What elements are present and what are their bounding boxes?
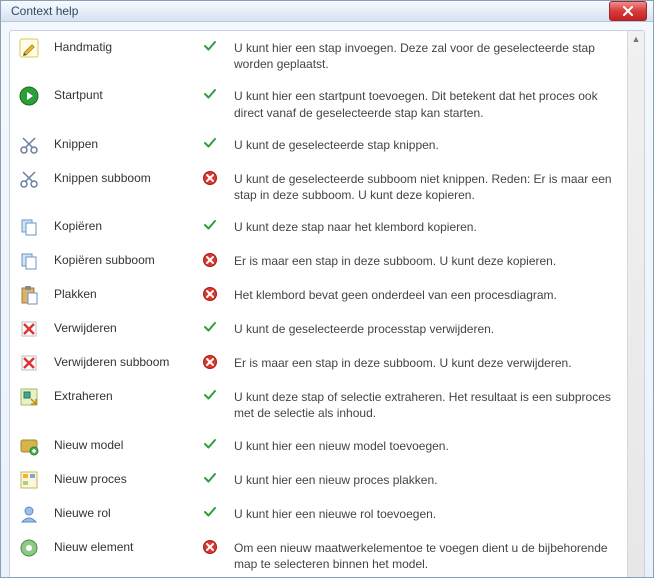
newmodel-icon (10, 429, 48, 463)
row-label: Startpunt (48, 79, 192, 127)
scissors-icon (10, 162, 48, 210)
close-icon (623, 6, 633, 16)
row-description: U kunt deze stap of selectie extraheren.… (228, 380, 627, 428)
help-row: Nieuw model U kunt hier een nieuw model t… (10, 429, 627, 463)
row-label: Knippen (48, 128, 192, 162)
help-row: Knippen U kunt de geselecteerde stap knip… (10, 128, 627, 162)
scroll-up-arrow[interactable]: ▲ (628, 31, 644, 47)
copy-icon (10, 210, 48, 244)
element-icon (10, 531, 48, 578)
row-description: Om een nieuw maatwerkelementoe te voegen… (228, 531, 627, 578)
help-row: Kopiëren subboom Er is maar een stap in d… (10, 244, 627, 278)
status-ok-icon (192, 210, 228, 244)
row-description: Er is maar een stap in deze subboom. U k… (228, 346, 627, 380)
status-error-icon (192, 278, 228, 312)
newprocess-icon (10, 463, 48, 497)
row-label: Nieuw model (48, 429, 192, 463)
role-icon (10, 497, 48, 531)
row-description: U kunt hier een stap invoegen. Deze zal … (228, 31, 627, 79)
row-description: U kunt deze stap naar het klembord kopie… (228, 210, 627, 244)
status-ok-icon (192, 31, 228, 79)
play-icon (10, 79, 48, 127)
help-row: Knippen subboom U kunt de geselecteerde s… (10, 162, 627, 210)
row-description: Het klembord bevat geen onderdeel van ee… (228, 278, 627, 312)
paste-icon (10, 278, 48, 312)
row-label: Nieuwe rol (48, 497, 192, 531)
row-label: Kopiëren subboom (48, 244, 192, 278)
status-error-icon (192, 244, 228, 278)
row-label: Nieuw proces (48, 463, 192, 497)
status-error-icon (192, 531, 228, 578)
client-area: Handmatig U kunt hier een stap invoegen. … (1, 22, 653, 578)
help-scroll-area: Handmatig U kunt hier een stap invoegen. … (10, 31, 627, 578)
help-row: Kopiëren U kunt deze stap naar het klembo… (10, 210, 627, 244)
row-label: Verwijderen (48, 312, 192, 346)
help-row: Nieuw proces U kunt hier een nieuw proces… (10, 463, 627, 497)
window-title: Context help (11, 4, 609, 18)
row-label: Knippen subboom (48, 162, 192, 210)
row-label: Plakken (48, 278, 192, 312)
status-ok-icon (192, 380, 228, 428)
window-close-button[interactable] (609, 1, 647, 21)
vertical-scrollbar[interactable]: ▲ ▼ (627, 31, 644, 578)
help-row: Verwijderen U kunt de geselecteerde proce… (10, 312, 627, 346)
row-description: U kunt de geselecteerde processtap verwi… (228, 312, 627, 346)
titlebar: Context help (1, 1, 653, 22)
delete-icon (10, 312, 48, 346)
status-error-icon (192, 346, 228, 380)
row-description: U kunt hier een startpunt toevoegen. Dit… (228, 79, 627, 127)
status-ok-icon (192, 312, 228, 346)
help-row: Verwijderen subboom Er is maar een stap i… (10, 346, 627, 380)
pencil-icon (10, 31, 48, 79)
row-description: Er is maar een stap in deze subboom. U k… (228, 244, 627, 278)
help-row: Nieuwe rol U kunt hier een nieuwe rol toe… (10, 497, 627, 531)
row-description: U kunt hier een nieuwe rol toevoegen. (228, 497, 627, 531)
row-label: Handmatig (48, 31, 192, 79)
status-ok-icon (192, 497, 228, 531)
row-description: U kunt de geselecteerde stap knippen. (228, 128, 627, 162)
row-label: Verwijderen subboom (48, 346, 192, 380)
help-row: Handmatig U kunt hier een stap invoegen. … (10, 31, 627, 79)
help-row: Nieuw element Om een nieuw maatwerkelemen… (10, 531, 627, 578)
row-label: Kopiëren (48, 210, 192, 244)
help-panel: Handmatig U kunt hier een stap invoegen. … (9, 30, 645, 578)
row-label: Nieuw element (48, 531, 192, 578)
extract-icon (10, 380, 48, 428)
help-table: Handmatig U kunt hier een stap invoegen. … (10, 31, 627, 578)
delete-icon (10, 346, 48, 380)
scissors-icon (10, 128, 48, 162)
help-row: Extraheren U kunt deze stap of selectie e… (10, 380, 627, 428)
row-description: U kunt de geselecteerde subboom niet kni… (228, 162, 627, 210)
row-description: U kunt hier een nieuw model toevoegen. (228, 429, 627, 463)
help-row: Plakken Het klembord bevat geen onderdeel… (10, 278, 627, 312)
status-ok-icon (192, 463, 228, 497)
status-error-icon (192, 162, 228, 210)
status-ok-icon (192, 128, 228, 162)
status-ok-icon (192, 79, 228, 127)
help-row: Startpunt U kunt hier een startpunt toevo… (10, 79, 627, 127)
context-help-window: Context help Handmatig U kunt hier een st… (0, 0, 654, 578)
row-description: U kunt hier een nieuw proces plakken. (228, 463, 627, 497)
copy-icon (10, 244, 48, 278)
status-ok-icon (192, 429, 228, 463)
row-label: Extraheren (48, 380, 192, 428)
